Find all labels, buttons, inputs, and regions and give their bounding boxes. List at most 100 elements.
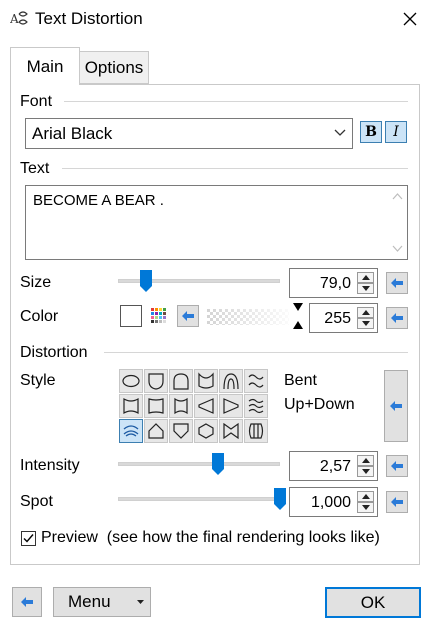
style-option-valley[interactable] [194,369,218,393]
style-option-bent-up-down[interactable] [119,419,143,443]
text-input[interactable]: BECOME A BEAR . [25,185,408,260]
spin-up-icon[interactable] [357,455,374,466]
font-group-label: Font [20,93,53,110]
style-option-bow-tie[interactable] [219,419,243,443]
bow-tie-icon [223,422,239,440]
ok-button[interactable]: OK [325,587,421,618]
arrow-left-icon [391,278,403,288]
hexagon-icon [198,423,214,439]
spot-spin-arrows[interactable] [357,491,374,513]
style-label: Style [20,372,56,389]
style-option-bulge[interactable] [169,394,193,418]
checkmark-icon [23,534,34,543]
italic-label: I [393,124,399,140]
style-option-house[interactable] [144,419,168,443]
spin-down-icon[interactable] [357,502,374,513]
bulge-icon [174,397,188,415]
spot-value: 1,000 [310,494,351,511]
dropdown-arrow-icon [137,600,144,604]
preview-checkbox[interactable] [21,531,36,546]
barrel-icon [248,423,264,439]
title-bar: A Text Distortion [0,0,433,38]
valley-icon [198,372,214,389]
double-wave-icon [248,398,264,414]
text-group-divider [62,168,408,169]
size-reset-button[interactable] [386,272,408,294]
style-option-wave[interactable] [244,369,268,393]
style-apply-button[interactable] [384,370,408,442]
alpha-slider-thumb[interactable] [292,303,304,329]
color-palette-icon[interactable] [150,307,170,325]
alpha-spinbox[interactable]: 255 [309,303,378,333]
style-option-arch-up[interactable] [169,369,193,393]
style-option-pinch-horizontal[interactable] [119,394,143,418]
style-option-arch[interactable] [219,369,243,393]
style-option-cone-left[interactable] [194,394,218,418]
distortion-group-divider [104,352,408,353]
intensity-reset-button[interactable] [386,455,408,477]
flag-icon [148,398,164,414]
spin-up-icon[interactable] [357,272,374,283]
size-spin-arrows[interactable] [357,272,374,294]
font-combobox[interactable]: Arial Black [25,118,353,149]
window-title: Text Distortion [35,9,143,28]
style-option-hexagon[interactable] [194,419,218,443]
spot-spinbox[interactable]: 1,000 [289,487,378,517]
back-button[interactable] [12,587,42,617]
style-option-cone-right[interactable] [219,394,243,418]
intensity-slider-track[interactable] [118,462,280,466]
style-option-barrel[interactable] [244,419,268,443]
alpha-spin-arrows[interactable] [357,307,374,329]
spot-label: Spot [20,493,53,510]
close-button[interactable] [392,4,428,34]
font-combobox-value: Arial Black [32,124,113,143]
arrow-left-icon [391,461,403,471]
intensity-spinbox[interactable]: 2,57 [289,451,378,481]
text-input-scrollbar[interactable] [388,186,407,259]
tab-options[interactable]: Options [79,51,149,84]
spot-slider-track[interactable] [118,497,280,501]
size-slider-thumb[interactable] [139,270,152,292]
spin-down-icon[interactable] [357,318,374,329]
bold-button[interactable]: B [360,121,382,143]
style-option-flag[interactable] [144,394,168,418]
tab-options-label: Options [84,57,144,77]
spot-slider-thumb[interactable] [274,488,286,510]
menu-button[interactable]: Menu [53,587,151,617]
preview-label: Preview (see how the final rendering loo… [41,529,380,546]
italic-button[interactable]: I [385,121,407,143]
intensity-spin-arrows[interactable] [357,455,374,477]
arch-icon [223,373,239,390]
spot-reset-button[interactable] [386,491,408,513]
size-spinbox[interactable]: 79,0 [289,268,378,298]
arrow-left-icon [391,313,403,323]
distortion-group-label: Distortion [20,344,88,361]
shield-down-icon [173,423,189,439]
oval-icon [122,374,140,388]
style-name-line2: Up+Down [284,396,355,413]
tab-main[interactable]: Main [10,47,80,85]
close-icon [403,12,417,26]
style-option-shield[interactable] [144,369,168,393]
style-option-double-wave[interactable] [244,394,268,418]
spin-down-icon[interactable] [357,466,374,477]
color-swatch[interactable] [120,305,142,327]
text-distortion-app-icon: A [9,10,30,28]
style-option-oval[interactable] [119,369,143,393]
arrow-left-icon [182,311,194,321]
spin-down-icon[interactable] [357,283,374,294]
text-group-label: Text [20,160,50,177]
bold-label: B [365,124,377,140]
wave-icon [248,374,264,388]
spin-up-icon[interactable] [357,491,374,502]
tab-main-label: Main [26,56,64,76]
color-apply-button[interactable] [177,305,199,327]
arrow-left-icon [391,497,403,507]
spin-up-icon[interactable] [357,307,374,318]
alpha-slider-track[interactable] [207,309,289,325]
color-reset-button[interactable] [386,307,408,329]
shield-icon [148,373,164,390]
intensity-slider-thumb[interactable] [212,453,225,475]
arrow-left-icon [390,401,402,411]
style-option-shield-down[interactable] [169,419,193,443]
